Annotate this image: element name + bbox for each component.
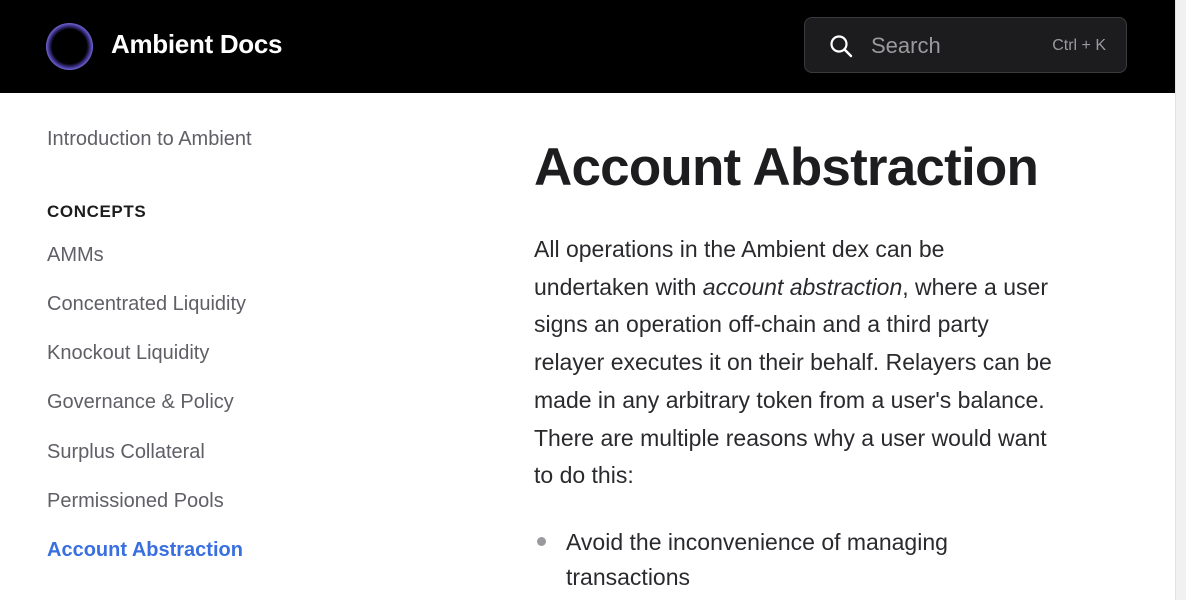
sidebar-section-concepts: CONCEPTS	[47, 202, 147, 221]
sidebar-item-amms[interactable]: AMMs	[47, 244, 104, 267]
ambient-logo[interactable]	[46, 23, 93, 70]
sidebar-item-permissioned-pools[interactable]: Permissioned Pools	[47, 490, 224, 513]
sidebar-item-knockout-liquidity[interactable]: Knockout Liquidity	[47, 342, 209, 365]
site-title[interactable]: Ambient Docs	[111, 29, 283, 60]
search-box[interactable]: Search Ctrl + K	[804, 17, 1127, 73]
sidebar-item-governance-policy[interactable]: Governance & Policy	[47, 391, 234, 414]
intro-emphasis: account abstraction	[702, 273, 903, 300]
sidebar-item-surplus-collateral[interactable]: Surplus Collateral	[47, 441, 205, 464]
search-icon	[830, 35, 853, 58]
sidebar-item-introduction[interactable]: Introduction to Ambient	[47, 128, 252, 151]
search-shortcut: Ctrl + K	[1052, 37, 1106, 54]
sidebar-item-account-abstraction[interactable]: Account Abstraction	[47, 539, 243, 562]
search-placeholder: Search	[871, 33, 941, 58]
sidebar-item-concentrated-liquidity[interactable]: Concentrated Liquidity	[47, 293, 246, 316]
bullet-marker	[537, 537, 546, 546]
intro-paragraph: All operations in the Ambient dex can be…	[534, 231, 1054, 495]
page-title: Account Abstraction	[534, 138, 1039, 197]
list-item: Avoid the inconvenience of managing tran…	[566, 529, 948, 590]
intro-text-end: , where a user signs an operation off-ch…	[534, 273, 1052, 489]
top-navbar: Ambient Docs Search Ctrl + K	[0, 0, 1175, 93]
page-scrollbar[interactable]	[1175, 0, 1186, 600]
